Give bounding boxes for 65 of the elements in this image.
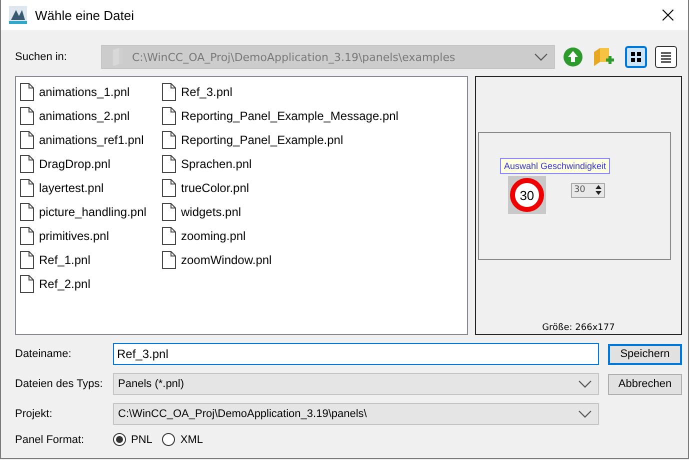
file-item[interactable]: Reporting_Panel_Example_Message.pnl bbox=[181, 109, 398, 123]
radio-button[interactable] bbox=[113, 433, 126, 446]
file-item[interactable]: Ref_2.pnl bbox=[39, 277, 90, 291]
file-item[interactable]: animations_2.pnl bbox=[39, 109, 130, 123]
file-item[interactable]: zooming.pnl bbox=[181, 229, 246, 243]
panel-label: Auswahl Geschwindigkeit bbox=[500, 158, 610, 174]
field-label: Panel Format: bbox=[15, 434, 86, 446]
file-icon bbox=[162, 251, 176, 269]
field-label: Dateien des Typs: bbox=[15, 378, 104, 390]
file-icon bbox=[20, 131, 34, 149]
new-folder-icon[interactable] bbox=[591, 45, 617, 69]
file-icon bbox=[162, 227, 176, 245]
save-button[interactable]: Speichern bbox=[608, 344, 682, 364]
file-icon bbox=[20, 203, 34, 221]
file-icon bbox=[162, 179, 176, 197]
project-dropdown[interactable]: C:\WinCC_OA_Proj\DemoApplication_3.19\panels\ bbox=[113, 403, 599, 425]
chevron-icon bbox=[578, 410, 592, 418]
filename-field[interactable]: Ref_3.pnl bbox=[113, 343, 599, 365]
file-icon bbox=[162, 131, 176, 149]
file-icon bbox=[20, 251, 34, 269]
field-label: Projekt: bbox=[15, 408, 54, 420]
file-icon bbox=[162, 155, 176, 173]
radio-button[interactable] bbox=[162, 433, 176, 446]
cancel-button[interactable]: Abbrechen bbox=[608, 374, 682, 394]
chevron-icon bbox=[534, 53, 548, 61]
file-icon bbox=[20, 275, 34, 293]
file-item[interactable]: primitives.pnl bbox=[39, 229, 110, 243]
file-icon bbox=[162, 83, 176, 101]
app-logo-icon bbox=[9, 6, 27, 24]
file-icon bbox=[20, 179, 34, 197]
close-button[interactable]: × bbox=[648, 0, 688, 30]
grid-icon bbox=[630, 51, 642, 63]
file-icon bbox=[162, 107, 176, 125]
radio-label: PNL bbox=[131, 434, 152, 446]
field-label: Dateiname: bbox=[15, 348, 72, 360]
file-item[interactable]: zoomWindow.pnl bbox=[181, 253, 272, 267]
list-icon bbox=[660, 51, 672, 63]
up-arrow-icon[interactable] bbox=[561, 45, 585, 69]
file-item[interactable]: animations_ref1.pnl bbox=[39, 133, 144, 147]
spin-arrows-icon bbox=[594, 184, 604, 196]
speed-limit-sign: 30 bbox=[508, 176, 546, 214]
file-icon bbox=[20, 107, 34, 125]
list-view-button[interactable] bbox=[655, 46, 677, 68]
file-item[interactable]: Reporting_Panel_Example.pnl bbox=[181, 133, 344, 147]
spin-box: 30 bbox=[570, 182, 605, 198]
file-icon bbox=[162, 203, 176, 221]
file-item[interactable]: Sprachen.pnl bbox=[181, 157, 252, 171]
file-icon bbox=[20, 155, 34, 173]
window-title: Wähle eine Datei bbox=[35, 8, 134, 22]
file-item[interactable]: Ref_1.pnl bbox=[39, 253, 90, 267]
file-item[interactable]: layertest.pnl bbox=[39, 181, 104, 195]
field-label: Suchen in: bbox=[15, 51, 68, 63]
file-type-dropdown[interactable]: Panels (*.pnl) bbox=[113, 373, 599, 395]
file-icon bbox=[20, 83, 34, 101]
radio-label: XML bbox=[180, 434, 204, 446]
file-item[interactable]: DragDrop.pnl bbox=[39, 157, 110, 171]
icon-view-button[interactable] bbox=[625, 46, 647, 68]
file-item[interactable]: Ref_3.pnl bbox=[181, 85, 232, 99]
chevron-icon bbox=[578, 380, 592, 388]
file-item[interactable]: picture_handling.pnl bbox=[39, 205, 146, 219]
file-icon bbox=[20, 227, 34, 245]
file-item[interactable]: trueColor.pnl bbox=[181, 181, 250, 195]
file-item[interactable]: widgets.pnl bbox=[181, 205, 242, 219]
preview-size: Größe: 266x177 bbox=[542, 323, 615, 333]
file-item[interactable]: animations_1.pnl bbox=[39, 85, 130, 99]
